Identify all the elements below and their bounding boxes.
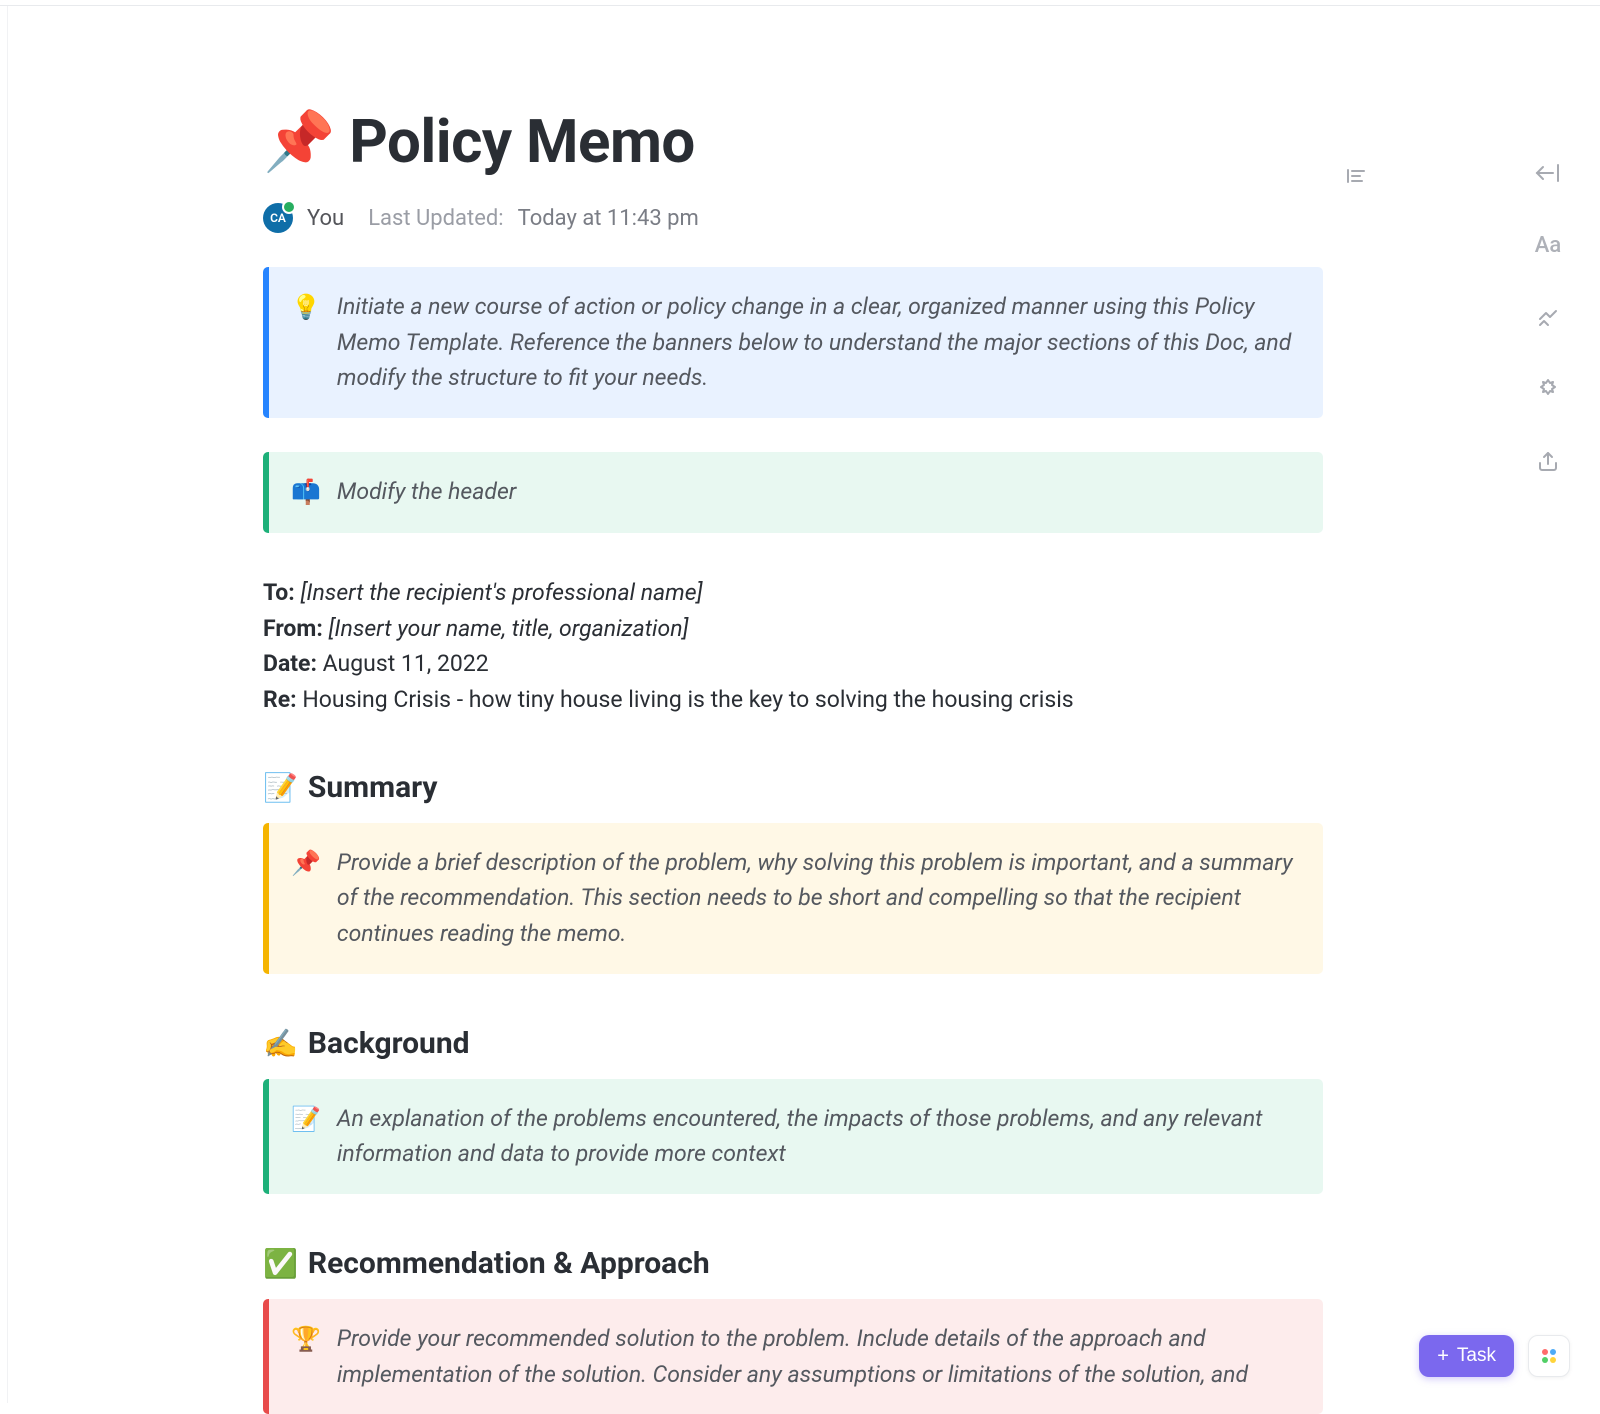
mailbox-icon: 📫 — [291, 474, 321, 511]
summary-banner-text[interactable]: Provide a brief description of the probl… — [337, 845, 1293, 952]
trophy-icon: 🏆 — [291, 1321, 321, 1392]
date-label: Date: — [263, 650, 317, 677]
meta-row: CA You Last Updated: Today at 11:43 pm — [263, 203, 1323, 233]
collapse-right-icon[interactable] — [1533, 158, 1563, 188]
field-from[interactable]: From: [Insert your name, title, organiza… — [263, 611, 1323, 647]
ai-button[interactable] — [1533, 302, 1563, 332]
from-value[interactable]: [Insert your name, title, organization] — [329, 615, 689, 642]
plus-icon: + — [1437, 1346, 1449, 1366]
document[interactable]: 📌 Policy Memo CA You Last Updated: Today… — [263, 106, 1323, 1414]
left-gutter — [0, 6, 8, 1403]
re-label: Re: — [263, 686, 297, 713]
recommendation-banner-text[interactable]: Provide your recommended solution to the… — [337, 1321, 1293, 1392]
check-mark-icon: ✅ — [263, 1247, 298, 1280]
header-banner[interactable]: 📫 Modify the header — [263, 452, 1323, 533]
apps-button[interactable] — [1528, 1335, 1570, 1377]
summary-heading-text[interactable]: Summary — [308, 770, 438, 805]
recommendation-heading[interactable]: ✅ Recommendation & Approach — [263, 1246, 1323, 1281]
document-main: 📌 Policy Memo CA You Last Updated: Today… — [8, 6, 1600, 1403]
memo-header-fields[interactable]: To: [Insert the recipient's professional… — [263, 575, 1323, 718]
new-task-label: Task — [1457, 1345, 1496, 1367]
date-value[interactable]: August 11, 2022 — [323, 650, 489, 677]
last-updated-label: Last Updated: — [368, 206, 503, 231]
right-rail: Aa — [1526, 158, 1570, 476]
last-updated-value: Today at 11:43 pm — [518, 206, 699, 231]
focus-mode-button[interactable] — [1533, 374, 1563, 404]
writing-hand-icon: ✍️ — [263, 1027, 298, 1060]
avatar[interactable]: CA — [263, 203, 293, 233]
to-label: To: — [263, 579, 295, 606]
page: 📌 Policy Memo CA You Last Updated: Today… — [0, 6, 1600, 1403]
header-banner-text[interactable]: Modify the header — [337, 474, 516, 511]
intro-banner-text[interactable]: Initiate a new course of action or polic… — [337, 289, 1293, 396]
new-task-button[interactable]: + Task — [1419, 1335, 1514, 1377]
background-banner[interactable]: 📝 An explanation of the problems encount… — [263, 1079, 1323, 1194]
table-of-contents-button[interactable] — [1338, 158, 1374, 194]
field-to[interactable]: To: [Insert the recipient's professional… — [263, 575, 1323, 611]
typography-button[interactable]: Aa — [1533, 230, 1563, 260]
memo-icon: 📝 — [263, 771, 298, 804]
field-re[interactable]: Re: Housing Crisis - how tiny house livi… — [263, 682, 1323, 718]
lightbulb-icon: 💡 — [291, 289, 321, 396]
recommendation-banner[interactable]: 🏆 Provide your recommended solution to t… — [263, 1299, 1323, 1414]
pushpin-icon: 📌 — [263, 113, 335, 171]
share-button[interactable] — [1533, 446, 1563, 476]
re-value[interactable]: Housing Crisis - how tiny house living i… — [302, 686, 1073, 713]
field-date[interactable]: Date: August 11, 2022 — [263, 646, 1323, 682]
author-label: You — [307, 206, 344, 231]
recommendation-heading-text[interactable]: Recommendation & Approach — [308, 1246, 710, 1281]
page-title-row[interactable]: 📌 Policy Memo — [263, 106, 1323, 177]
from-label: From: — [263, 615, 323, 642]
note-icon: 📝 — [291, 1101, 321, 1172]
background-heading[interactable]: ✍️ Background — [263, 1026, 1323, 1061]
intro-banner[interactable]: 💡 Initiate a new course of action or pol… — [263, 267, 1323, 418]
page-title[interactable]: Policy Memo — [349, 106, 695, 177]
pushpin-small-icon: 📌 — [291, 845, 321, 952]
to-value[interactable]: [Insert the recipient's professional nam… — [301, 579, 703, 606]
summary-banner[interactable]: 📌 Provide a brief description of the pro… — [263, 823, 1323, 974]
summary-heading[interactable]: 📝 Summary — [263, 770, 1323, 805]
background-banner-text[interactable]: An explanation of the problems encounter… — [337, 1101, 1293, 1172]
background-heading-text[interactable]: Background — [308, 1026, 470, 1061]
bottom-actions: + Task — [1419, 1335, 1570, 1377]
